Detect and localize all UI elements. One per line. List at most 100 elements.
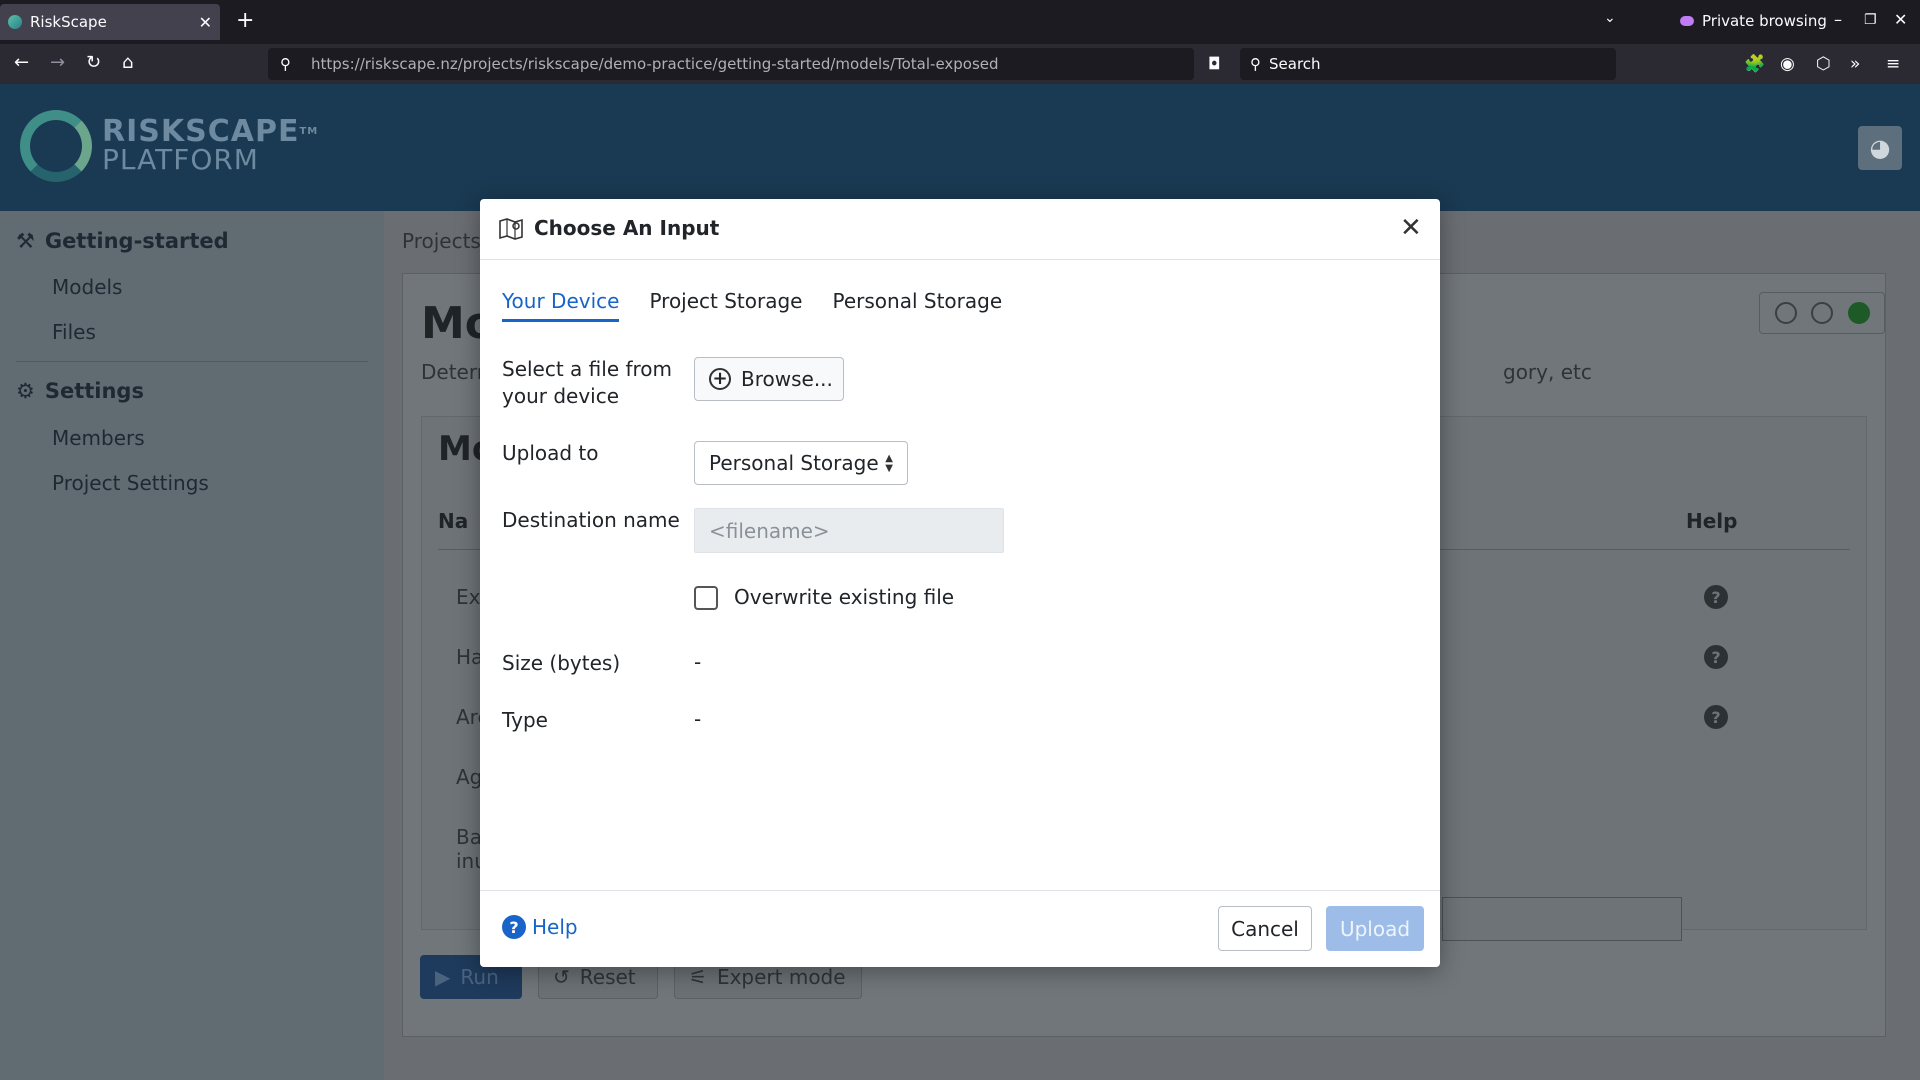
tab-your-device[interactable]: Your Device (502, 289, 620, 322)
search-icon: ⚲ (1250, 55, 1261, 73)
browser-tab-bar: RiskScape ✕ + ⌄ Private browsing – ❐ ✕ (0, 0, 1920, 44)
riskscape-favicon-icon (8, 15, 22, 29)
browser-nav-bar: ← → ↻ ⌂ ⚲ https://riskscape.nz/projects/… (0, 44, 1920, 84)
user-menu-button[interactable]: ◕ (1858, 126, 1902, 170)
sidebar-item-members[interactable]: Members (52, 426, 145, 450)
play-icon: ▶ (435, 965, 451, 989)
new-tab-icon[interactable]: + (236, 8, 254, 33)
dialog-footer: ? Help Cancel Upload (480, 890, 1440, 967)
run-button-label: Run (460, 965, 499, 989)
logo-line2: PLATFORM (102, 143, 259, 176)
pocket-icon[interactable]: ◘ (1208, 54, 1221, 73)
private-browsing-label: Private browsing (1702, 12, 1827, 30)
back-icon[interactable]: ← (14, 52, 29, 73)
riskscape-logo[interactable]: RISKSCAPETM PLATFORM (20, 110, 318, 182)
parameter-input[interactable] (1442, 897, 1682, 941)
type-label: Type (502, 708, 548, 732)
list-tabs-chevron-icon[interactable]: ⌄ (1604, 10, 1616, 26)
status-dot-icon (1811, 302, 1833, 324)
browser-search-box[interactable]: ⚲ Search (1240, 48, 1616, 80)
expert-mode-icon: ⚟ (689, 965, 707, 989)
gear-icon: ⚙ (16, 379, 35, 403)
search-placeholder: Search (1269, 55, 1321, 73)
help-question-icon[interactable]: ? (1704, 585, 1728, 609)
plus-circle-icon: + (709, 368, 731, 390)
input-source-tabs: Your Device Project Storage Personal Sto… (502, 289, 1002, 322)
reload-icon[interactable]: ↻ (86, 52, 101, 73)
sidebar-group-label: Settings (44, 379, 144, 403)
help-question-icon[interactable]: ? (1704, 705, 1728, 729)
help-circle-icon: ? (502, 915, 526, 939)
cancel-button[interactable]: Cancel (1218, 906, 1312, 951)
column-header-help: Help (1686, 509, 1738, 533)
hammer-icon: ⚒ (16, 229, 35, 253)
help-link[interactable]: ? Help (502, 915, 578, 939)
page-description: Deterr (421, 360, 485, 384)
browser-tab[interactable]: RiskScape ✕ (0, 4, 220, 40)
browse-button[interactable]: + Browse... (694, 357, 844, 401)
choose-input-dialog: Choose An Input ✕ Your Device Project St… (480, 199, 1440, 967)
select-file-label: Select a file from your device (502, 357, 673, 408)
dialog-header: Choose An Input ✕ (480, 199, 1440, 260)
destination-name-label: Destination name (502, 508, 680, 532)
sidebar-group-label: Getting-started (44, 229, 229, 253)
reset-button-label: Reset (579, 965, 636, 989)
upload-to-select[interactable]: Personal Storage ▲ ▼ (694, 441, 908, 485)
dialog-title: Choose An Input (534, 216, 720, 240)
reset-icon: ↺ (553, 965, 570, 989)
help-link-label: Help (532, 915, 578, 939)
close-tab-icon[interactable]: ✕ (199, 13, 212, 32)
window-close-icon[interactable]: ✕ (1894, 10, 1907, 29)
sidebar-item-project-settings[interactable]: Project Settings (52, 471, 209, 495)
url-text: https://riskscape.nz/projects/riskscape/… (311, 55, 999, 73)
logo-mark-icon (20, 110, 92, 182)
page-description-end: gory, etc (1503, 360, 1592, 384)
tab-title: RiskScape (30, 13, 107, 31)
minimize-icon[interactable]: – (1834, 10, 1842, 29)
type-value: - (694, 707, 702, 731)
overwrite-checkbox[interactable] (694, 586, 718, 610)
restore-icon[interactable]: ❐ (1864, 12, 1877, 28)
app-header: RISKSCAPETM PLATFORM ◕ (0, 84, 1920, 211)
size-value: - (694, 650, 702, 674)
overflow-chevron-icon[interactable]: » (1850, 54, 1860, 74)
upload-button[interactable]: Upload (1326, 906, 1424, 951)
forward-icon[interactable]: → (50, 52, 65, 73)
table-row-label: Ba (456, 825, 482, 849)
user-avatar-icon: ◕ (1869, 134, 1891, 162)
status-dot-active-icon (1847, 302, 1870, 324)
sidebar-item-files[interactable]: Files (52, 320, 96, 344)
status-dot-icon (1774, 302, 1797, 324)
map-icon (499, 218, 523, 240)
status-indicator (1759, 292, 1885, 334)
url-search-icon: ⚲ (280, 55, 291, 73)
url-bar[interactable]: ⚲ https://riskscape.nz/projects/riskscap… (268, 48, 1194, 80)
breadcrumb[interactable]: Projects (402, 229, 481, 253)
sidebar-divider (16, 361, 368, 362)
table-row-label: Ag (456, 765, 483, 789)
home-icon[interactable]: ⌂ (122, 52, 133, 73)
upload-to-value: Personal Storage (709, 451, 879, 475)
menu-icon[interactable]: ≡ (1886, 54, 1900, 74)
help-question-icon[interactable]: ? (1704, 645, 1728, 669)
sidebar: ⚒ Getting-started Models Files ⚙ Setting… (0, 211, 384, 1080)
browse-label: Browse... (741, 367, 833, 391)
destination-name-input[interactable] (694, 508, 1004, 553)
sidebar-group-settings[interactable]: ⚙ Settings (16, 379, 144, 403)
tab-project-storage[interactable]: Project Storage (649, 289, 802, 322)
expert-mode-label: Expert mode (716, 965, 846, 989)
extension-icon[interactable]: 🧩 (1744, 54, 1765, 74)
extensions-icon[interactable]: ⬡ (1816, 54, 1831, 74)
logo-trademark: TM (299, 126, 319, 137)
close-icon[interactable]: ✕ (1400, 213, 1422, 243)
upload-to-label: Upload to (502, 441, 599, 465)
private-mask-icon (1680, 16, 1694, 26)
overwrite-label[interactable]: Overwrite existing file (734, 585, 954, 609)
table-row-label: Ex (456, 585, 481, 609)
sidebar-item-models[interactable]: Models (52, 275, 122, 299)
account-icon[interactable]: ◉ (1780, 54, 1795, 74)
sort-arrows-icon: ▲ ▼ (885, 453, 893, 474)
column-header-name: Na (438, 509, 469, 533)
sidebar-group-getting-started[interactable]: ⚒ Getting-started (16, 229, 229, 253)
tab-personal-storage[interactable]: Personal Storage (833, 289, 1003, 322)
